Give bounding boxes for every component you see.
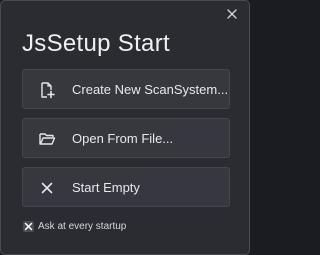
folder-open-icon bbox=[38, 130, 56, 148]
new-file-icon bbox=[38, 81, 56, 99]
ask-at-startup-option: Ask at every startup bbox=[23, 219, 126, 233]
create-new-scansystem-button[interactable]: Create New ScanSystem... bbox=[22, 69, 230, 109]
ask-at-startup-checkbox[interactable] bbox=[23, 220, 34, 232]
start-empty-button[interactable]: Start Empty bbox=[22, 167, 230, 207]
open-from-file-label: Open From File... bbox=[72, 131, 174, 146]
x-icon bbox=[38, 179, 56, 197]
close-button[interactable] bbox=[225, 7, 239, 21]
dialog-title: JsSetup Start bbox=[22, 30, 170, 57]
create-new-scansystem-label: Create New ScanSystem... bbox=[72, 82, 229, 97]
close-icon bbox=[227, 9, 237, 19]
ask-at-startup-label[interactable]: Ask at every startup bbox=[38, 221, 126, 232]
checkmark-x-icon bbox=[24, 222, 33, 230]
start-empty-label: Start Empty bbox=[72, 180, 140, 195]
start-dialog: JsSetup Start Create New ScanSystem... O… bbox=[0, 0, 250, 255]
open-from-file-button[interactable]: Open From File... bbox=[22, 118, 230, 158]
